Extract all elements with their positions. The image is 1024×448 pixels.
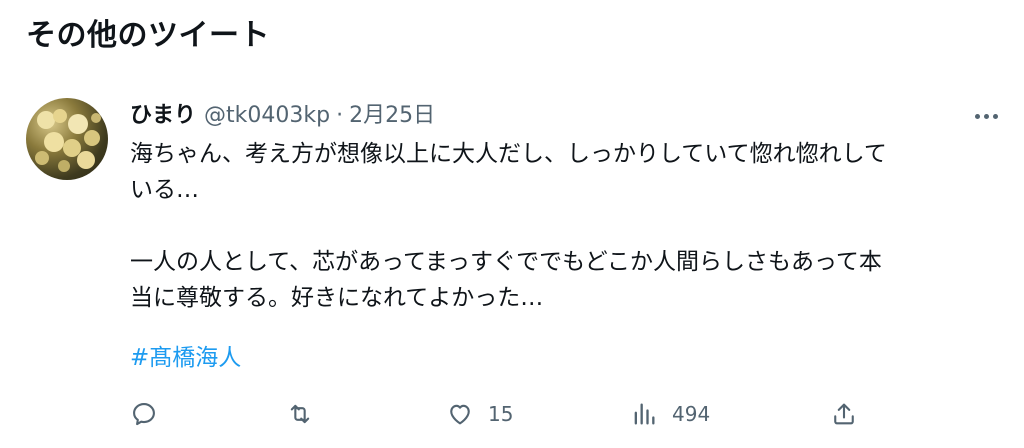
share-icon (834, 403, 854, 425)
more-horizontal-icon (974, 113, 980, 119)
tweet-text-line: 海ちゃん、考え方が想像以上に大人だし、しっかりしていて惚れ惚れして (130, 141, 887, 167)
share-button[interactable] (830, 396, 858, 432)
reply-button[interactable] (130, 396, 158, 432)
avatar-image (35, 109, 101, 172)
like-count: 15 (488, 402, 514, 426)
hashtag-link[interactable]: #髙橋海人 (130, 340, 241, 376)
views-button[interactable]: 494 (630, 396, 710, 432)
more-options-button[interactable] (968, 104, 1004, 128)
tweet-date[interactable]: 2月25日 (349, 98, 435, 134)
tweet-text-line: 当に尊敬する。好きになれてよかった… (130, 285, 544, 311)
avatar[interactable] (26, 98, 108, 180)
section-title: その他のツイート (26, 18, 270, 53)
reply-icon (133, 403, 155, 426)
like-button[interactable]: 15 (446, 396, 513, 432)
heart-icon (450, 404, 470, 425)
tweet-actions: 15 494 (0, 396, 1024, 432)
tweet-header: ひまり @tk0403kp · 2月25日 (130, 98, 435, 134)
tweet-text: 海ちゃん、考え方が想像以上に大人だし、しっかりしていて惚れ惚れして いる… 一人… (130, 136, 1000, 316)
user-handle[interactable]: @tk0403kp (204, 98, 330, 134)
tweet-text-line: 一人の人として、芯があってまっすぐででもどこか人間らしさもあって本 (130, 249, 882, 275)
display-name[interactable]: ひまり (130, 98, 196, 134)
view-count: 494 (672, 402, 711, 426)
tweet-text-line: いる… (130, 177, 199, 203)
views-icon (634, 403, 655, 425)
retweet-icon (290, 404, 310, 424)
retweet-button[interactable] (286, 396, 314, 432)
separator-dot: · (336, 103, 344, 128)
